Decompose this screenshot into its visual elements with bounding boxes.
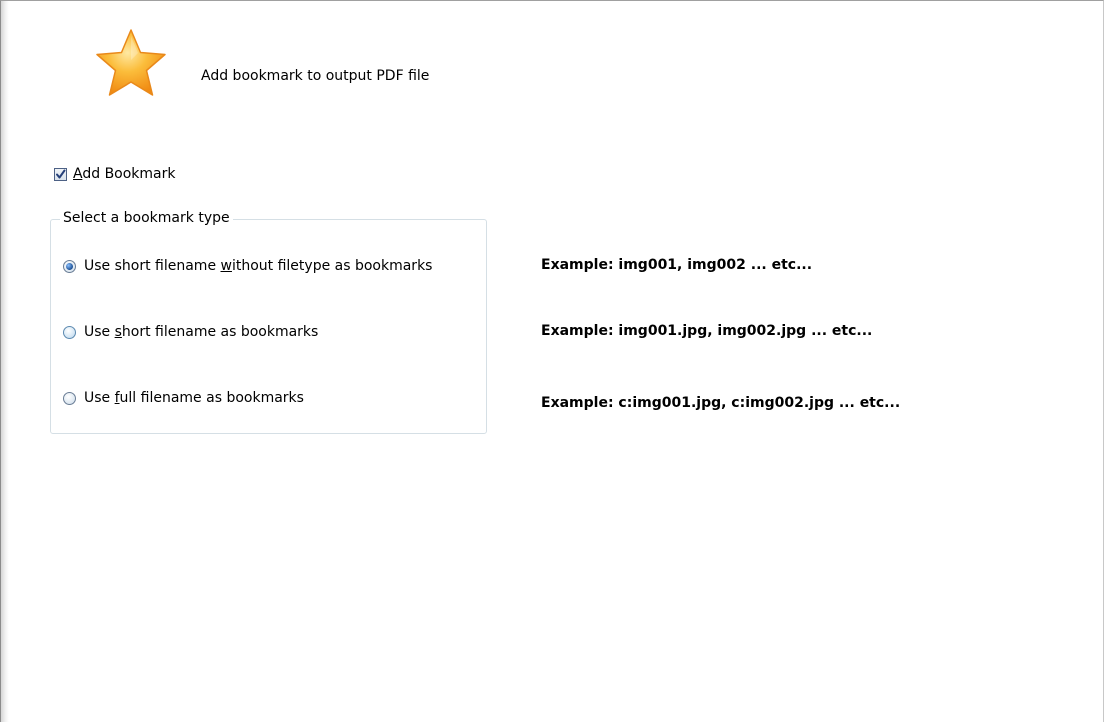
- radio-label: Use full filename as bookmarks: [84, 390, 304, 406]
- checkbox-box[interactable]: [54, 167, 67, 181]
- add-bookmark-label: Add Bookmark: [73, 166, 176, 182]
- example-full-filename: Example: c:img001.jpg, c:img002.jpg ... …: [541, 395, 901, 411]
- example-short-without-filetype: Example: img001, img002 ... etc...: [541, 257, 813, 273]
- radio-button[interactable]: [63, 391, 76, 405]
- radio-button[interactable]: [63, 259, 76, 273]
- bookmark-settings-page: Add bookmark to output PDF file Add Book…: [0, 0, 1104, 722]
- radio-label: Use short filename as bookmarks: [84, 324, 319, 340]
- radio-short-filename[interactable]: Use short filename as bookmarks: [63, 323, 318, 341]
- radio-label: Use short filename without filetype as b…: [84, 258, 433, 274]
- example-short-filename: Example: img001.jpg, img002.jpg ... etc.…: [541, 323, 873, 339]
- add-bookmark-checkbox[interactable]: Add Bookmark: [54, 165, 176, 183]
- radio-short-without-filetype[interactable]: Use short filename without filetype as b…: [63, 257, 432, 275]
- check-icon: [56, 169, 66, 178]
- mnemonic: A: [73, 166, 83, 182]
- radio-full-filename[interactable]: Use full filename as bookmarks: [63, 389, 304, 407]
- label-rest: dd Bookmark: [82, 166, 176, 182]
- window-left-edge: [1, 1, 9, 722]
- page-title: Add bookmark to output PDF file: [201, 68, 430, 84]
- radio-button[interactable]: [63, 325, 76, 339]
- group-legend: Select a bookmark type: [60, 210, 233, 226]
- star-icon: [93, 27, 169, 103]
